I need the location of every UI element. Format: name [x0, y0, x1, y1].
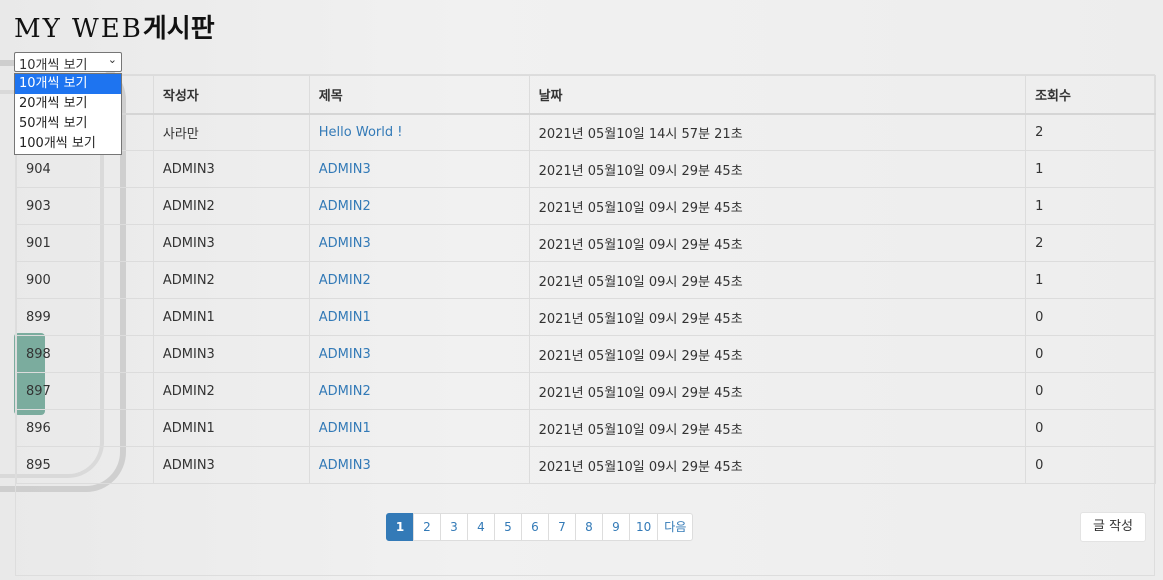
write-post-button[interactable]: 글 작성 — [1080, 512, 1146, 542]
page-size-option[interactable]: 50개씩 보기 — [15, 114, 121, 134]
row-author: ADMIN3 — [152, 224, 310, 262]
row-date: 2021년 05월10일 09시 29분 45초 — [528, 409, 1027, 447]
row-date: 2021년 05월10일 09시 29분 45초 — [528, 224, 1027, 262]
row-number: 896 — [16, 409, 154, 447]
page-size-option[interactable]: 100개씩 보기 — [15, 134, 121, 154]
table-row: 사라만 Hello World ! 2021년 05월10일 14시 57분 21초… — [16, 113, 1156, 151]
table-row: 899 ADMIN1 ADMIN1 2021년 05월10일 09시 29분 45초 0 — [16, 298, 1156, 336]
column-header-title: 제목 — [308, 75, 530, 115]
row-author: ADMIN1 — [152, 409, 310, 447]
chevron-down-icon: ⌄ — [107, 53, 117, 66]
row-title-link[interactable]: ADMIN2 — [308, 261, 530, 299]
row-date: 2021년 05월10일 09시 29분 45초 — [528, 261, 1027, 299]
row-views: 0 — [1025, 446, 1156, 484]
table-row: 901 ADMIN3 ADMIN3 2021년 05월10일 09시 29분 45초 2 — [16, 224, 1156, 262]
page-size-select[interactable]: 10개씩 보기 ⌄ — [14, 52, 122, 73]
row-title-link[interactable]: ADMIN3 — [308, 446, 530, 484]
row-title-link[interactable]: ADMIN2 — [308, 372, 530, 410]
page-link[interactable]: 9 — [602, 513, 630, 541]
page-title-latin: MY WEB — [14, 14, 143, 44]
row-number: 895 — [16, 446, 154, 484]
page-link[interactable]: 2 — [413, 513, 441, 541]
row-author: ADMIN3 — [152, 335, 310, 373]
row-views: 1 — [1025, 150, 1156, 188]
row-date: 2021년 05월10일 09시 29분 45초 — [528, 446, 1027, 484]
page-link[interactable]: 3 — [440, 513, 468, 541]
page-size-dropdown: 10개씩 보기 20개씩 보기 50개씩 보기 100개씩 보기 — [14, 73, 122, 155]
page-link[interactable]: 1 — [386, 513, 414, 541]
table-row: 904 ADMIN3 ADMIN3 2021년 05월10일 09시 29분 45초 1 — [16, 150, 1156, 188]
page-link[interactable]: 4 — [467, 513, 495, 541]
row-title-link[interactable]: Hello World ! — [308, 113, 530, 151]
row-views: 1 — [1025, 261, 1156, 299]
row-title-link[interactable]: ADMIN3 — [308, 150, 530, 188]
row-number: 897 — [16, 372, 154, 410]
row-views: 2 — [1025, 224, 1156, 262]
row-number: 900 — [16, 261, 154, 299]
pagination: 1 2 3 4 5 6 7 8 9 10 다음 — [386, 513, 694, 541]
row-views: 0 — [1025, 372, 1156, 410]
row-title-link[interactable]: ADMIN3 — [308, 224, 530, 262]
row-title-link[interactable]: ADMIN2 — [308, 187, 530, 225]
row-title-link[interactable]: ADMIN3 — [308, 335, 530, 373]
table-row: 898 ADMIN3 ADMIN3 2021년 05월10일 09시 29분 45초 0 — [16, 335, 1156, 373]
post-table: 작성자 제목 날짜 조회수 사라만 Hello World ! 2021년 05월1… — [16, 75, 1156, 484]
column-header-author: 작성자 — [152, 75, 310, 115]
row-author: ADMIN3 — [152, 150, 310, 188]
row-title-link[interactable]: ADMIN1 — [308, 409, 530, 447]
table-header-row: 작성자 제목 날짜 조회수 — [16, 75, 1156, 115]
page-link[interactable]: 6 — [521, 513, 549, 541]
row-author: ADMIN1 — [152, 298, 310, 336]
page-size-option[interactable]: 20개씩 보기 — [15, 94, 121, 114]
table-row: 897 ADMIN2 ADMIN2 2021년 05월10일 09시 29분 45초 0 — [16, 372, 1156, 410]
page-link[interactable]: 5 — [494, 513, 522, 541]
row-number: 898 — [16, 335, 154, 373]
column-header-views: 조회수 — [1025, 75, 1156, 115]
row-date: 2021년 05월10일 09시 29분 45초 — [528, 335, 1027, 373]
page-size-option[interactable]: 10개씩 보기 — [15, 74, 121, 94]
row-views: 0 — [1025, 409, 1156, 447]
table-row: 895 ADMIN3 ADMIN3 2021년 05월10일 09시 29분 45초 0 — [16, 446, 1156, 484]
row-author: ADMIN2 — [152, 187, 310, 225]
row-date: 2021년 05월10일 09시 29분 45초 — [528, 298, 1027, 336]
row-number: 899 — [16, 298, 154, 336]
row-title-link[interactable]: ADMIN1 — [308, 298, 530, 336]
row-views: 1 — [1025, 187, 1156, 225]
next-page-link[interactable]: 다음 — [657, 513, 694, 541]
row-author: ADMIN2 — [152, 261, 310, 299]
row-author: 사라만 — [152, 113, 310, 151]
table-row: 900 ADMIN2 ADMIN2 2021년 05월10일 09시 29분 45초 1 — [16, 261, 1156, 299]
row-number: 903 — [16, 187, 154, 225]
row-date: 2021년 05월10일 09시 29분 45초 — [528, 372, 1027, 410]
table-row: 896 ADMIN1 ADMIN1 2021년 05월10일 09시 29분 45초 0 — [16, 409, 1156, 447]
column-header-date: 날짜 — [528, 75, 1027, 115]
row-date: 2021년 05월10일 14시 57분 21초 — [528, 113, 1027, 151]
row-date: 2021년 05월10일 09시 29분 45초 — [528, 150, 1027, 188]
row-author: ADMIN3 — [152, 446, 310, 484]
page-link[interactable]: 10 — [629, 513, 659, 541]
board-container: 작성자 제목 날짜 조회수 사라만 Hello World ! 2021년 05월1… — [15, 74, 1156, 576]
row-number: 904 — [16, 150, 154, 188]
row-views: 0 — [1025, 335, 1156, 373]
page-link[interactable]: 8 — [575, 513, 603, 541]
row-date: 2021년 05월10일 09시 29분 45초 — [528, 187, 1027, 225]
page-link[interactable]: 7 — [548, 513, 576, 541]
page-title: MY WEB게시판 — [14, 8, 215, 45]
row-views: 2 — [1025, 113, 1156, 151]
page-title-korean: 게시판 — [142, 14, 215, 44]
row-author: ADMIN2 — [152, 372, 310, 410]
row-number: 901 — [16, 224, 154, 262]
table-row: 903 ADMIN2 ADMIN2 2021년 05월10일 09시 29분 45초 1 — [16, 187, 1156, 225]
row-views: 0 — [1025, 298, 1156, 336]
page-size-select-value: 10개씩 보기 — [19, 58, 88, 73]
